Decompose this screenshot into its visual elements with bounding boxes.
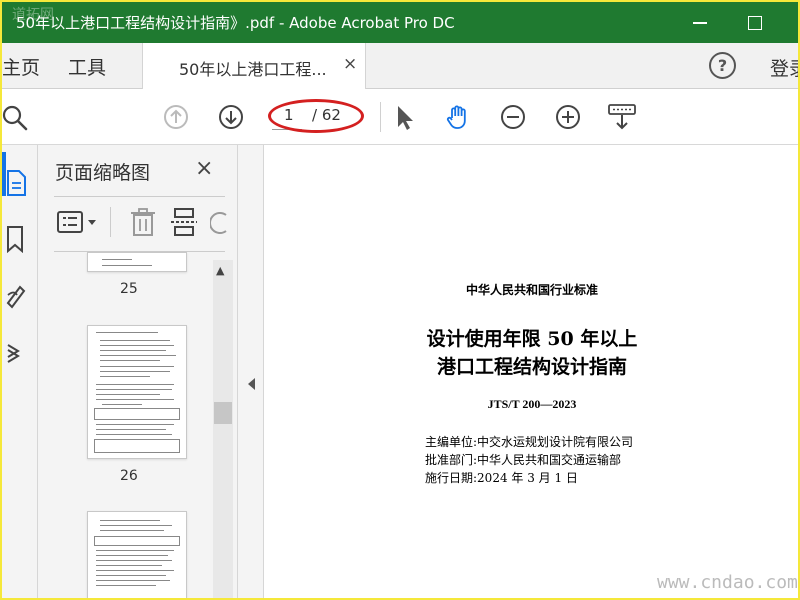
doc-title-line1: 设计使用年限 50 年以上 xyxy=(426,328,638,350)
prev-page-icon[interactable] xyxy=(162,103,190,131)
page-thumbnail[interactable] xyxy=(87,511,187,598)
toolbar-divider xyxy=(380,102,381,132)
doc-info-line: 主编单位:中交水运规划设计院有限公司 xyxy=(425,435,634,449)
annotation-circle xyxy=(268,99,364,133)
rail-active-indicator xyxy=(2,152,6,196)
left-rail xyxy=(2,145,38,598)
minimize-button[interactable] xyxy=(680,8,720,36)
rotate-page-icon[interactable] xyxy=(210,209,228,235)
doc-title-line2: 港口工程结构设计指南 xyxy=(436,356,627,378)
doc-standard-code: JTS/T 200—2023 xyxy=(487,397,577,411)
page-thumbnails-icon[interactable] xyxy=(5,169,27,197)
thumbnail-scrollbar[interactable] xyxy=(213,260,233,598)
zoom-in-icon[interactable] xyxy=(554,103,582,131)
doc-info-line: 施行日期:2024 年 3 月 1 日 xyxy=(425,471,578,485)
tab-home[interactable]: 主页 xyxy=(2,53,40,80)
panel-divider xyxy=(54,196,225,197)
close-tab-icon[interactable]: × xyxy=(343,54,357,74)
doc-info-line: 批准部门:中华人民共和国交通运输部 xyxy=(425,453,622,467)
zoom-out-icon[interactable] xyxy=(499,103,527,131)
window-title: 50年以上港口工程结构设计指南》.pdf - Adobe Acrobat Pro… xyxy=(16,14,455,32)
signature-icon[interactable] xyxy=(5,281,27,309)
scroll-up-icon[interactable]: ▲ xyxy=(216,264,224,277)
scrollbar-thumb[interactable] xyxy=(214,402,232,424)
thumbnail-options-icon[interactable] xyxy=(57,209,101,235)
insert-page-icon[interactable] xyxy=(170,207,198,237)
bookmark-icon[interactable] xyxy=(5,225,27,253)
help-icon[interactable]: ? xyxy=(709,52,736,79)
search-icon[interactable] xyxy=(2,103,30,131)
title-bar: 道拓网 50年以上港口工程结构设计指南》.pdf - Adobe Acrobat… xyxy=(2,2,798,43)
toolbar xyxy=(2,89,798,145)
page-thumbnail[interactable] xyxy=(87,325,187,459)
doc-org-line: 中华人民共和国行业标准 xyxy=(465,283,598,297)
tab-document[interactable]: 50年以上港口工程... × xyxy=(142,43,366,89)
select-cursor-icon[interactable] xyxy=(390,103,418,131)
page-thumbnail[interactable] xyxy=(87,252,187,272)
panel-collapse-bar[interactable] xyxy=(238,145,264,598)
tab-tools[interactable]: 工具 xyxy=(68,53,106,80)
thumbnail-label: 25 xyxy=(120,281,138,297)
keyboard-scroll-icon[interactable] xyxy=(608,103,636,131)
tab-document-label: 50年以上港口工程... xyxy=(179,60,327,79)
site-watermark: www.cndao.com xyxy=(657,572,798,593)
maximize-button[interactable] xyxy=(734,8,774,36)
app-window: 道拓网 50年以上港口工程结构设计指南》.pdf - Adobe Acrobat… xyxy=(0,0,800,600)
panel-toolbar-divider xyxy=(110,207,111,237)
close-panel-icon[interactable]: × xyxy=(195,156,213,181)
next-page-icon[interactable] xyxy=(217,103,245,131)
login-button[interactable]: 登录 xyxy=(770,54,798,81)
panel-title: 页面缩略图 xyxy=(55,162,151,184)
collapse-arrow-icon[interactable] xyxy=(248,378,255,390)
thumbnail-label: 26 xyxy=(120,468,138,484)
layers-icon[interactable] xyxy=(5,337,27,365)
hand-tool-icon[interactable] xyxy=(444,103,472,131)
delete-page-icon[interactable] xyxy=(130,207,156,237)
tab-bar: 主页 工具 50年以上港口工程... × ? 登录 xyxy=(2,43,798,89)
